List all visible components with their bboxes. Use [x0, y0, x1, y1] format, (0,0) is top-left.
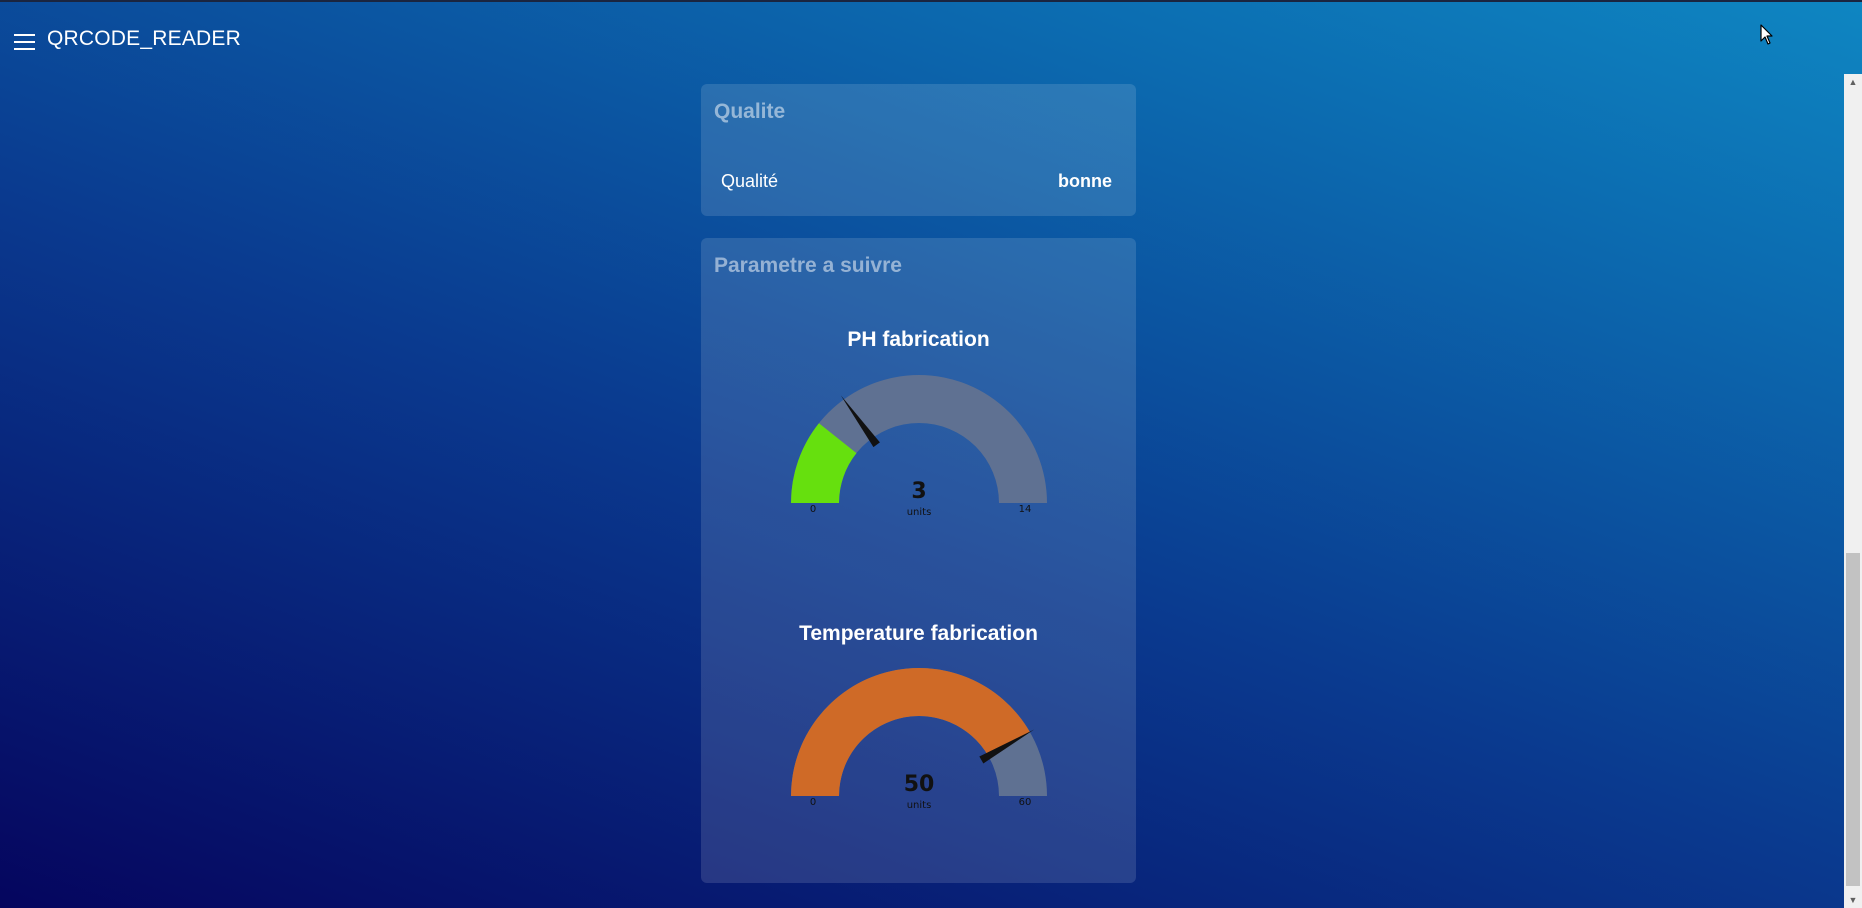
gauge-ph-value: 3	[911, 479, 926, 504]
mouse-cursor-icon	[1760, 24, 1773, 45]
gauge-temperature-min-label: 0	[810, 797, 816, 808]
hamburger-menu-icon[interactable]	[14, 34, 35, 50]
app-title: QRCODE_READER	[47, 27, 241, 50]
gauge-ph: 3 units 0 14	[791, 375, 1047, 518]
gauge-temperature-title: Temperature fabrication	[799, 622, 1038, 645]
gauge-temperature-units: units	[907, 800, 932, 811]
qualite-value: bonne	[1058, 171, 1112, 191]
gauge-temperature: 50 units 0 60	[791, 668, 1047, 811]
gauge-ph-min-label: 0	[810, 504, 816, 515]
vertical-scrollbar[interactable]: ▲ ▼	[1844, 74, 1862, 908]
scrollbar-thumb[interactable]	[1846, 553, 1860, 886]
gauge-ph-max-label: 14	[1019, 504, 1032, 515]
parametre-card: Parametre a suivre PH fabrication 3 unit…	[701, 238, 1136, 883]
parametre-card-title: Parametre a suivre	[714, 254, 902, 277]
qualite-card-title: Qualite	[714, 100, 786, 123]
gauge-temperature-max-label: 60	[1019, 797, 1032, 808]
gauge-ph-title: PH fabrication	[847, 328, 990, 351]
qualite-label: Qualité	[721, 171, 779, 191]
gauge-ph-units: units	[907, 507, 932, 518]
app-header: QRCODE_READER	[0, 2, 1862, 72]
chevron-down-icon[interactable]: ▼	[1844, 892, 1862, 908]
gauge-temperature-value: 50	[904, 772, 935, 797]
chevron-up-icon[interactable]: ▲	[1844, 74, 1862, 90]
qualite-card: Qualite Qualité bonne	[701, 84, 1136, 216]
